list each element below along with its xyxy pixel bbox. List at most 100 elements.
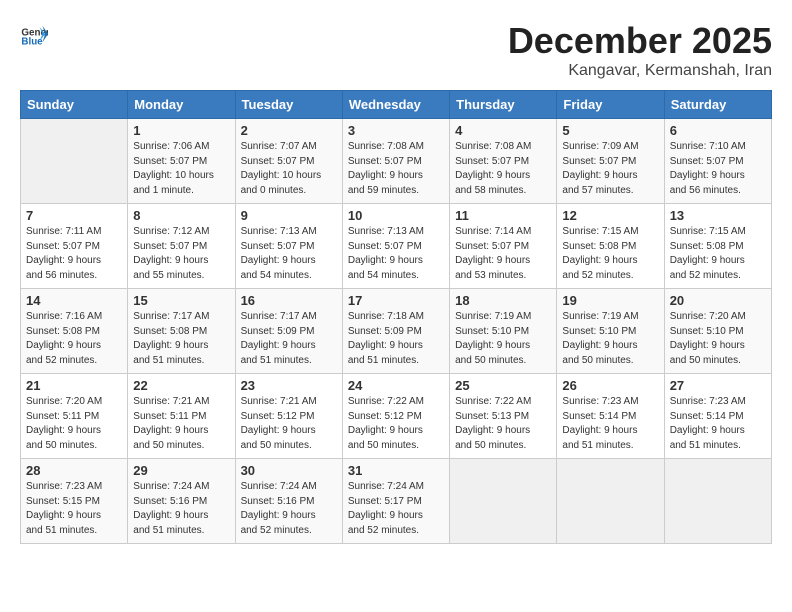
day-number: 9 <box>241 208 337 223</box>
calendar-cell: 4Sunrise: 7:08 AM Sunset: 5:07 PM Daylig… <box>450 119 557 204</box>
cell-info: Sunrise: 7:08 AM Sunset: 5:07 PM Dayligh… <box>348 140 444 198</box>
day-number: 30 <box>241 463 337 478</box>
day-number: 14 <box>26 293 122 308</box>
day-number: 6 <box>670 123 766 138</box>
month-title: December 2025 <box>508 20 772 62</box>
cell-info: Sunrise: 7:24 AM Sunset: 5:16 PM Dayligh… <box>133 480 229 538</box>
calendar-cell: 31Sunrise: 7:24 AM Sunset: 5:17 PM Dayli… <box>342 459 449 544</box>
cell-info: Sunrise: 7:09 AM Sunset: 5:07 PM Dayligh… <box>562 140 658 198</box>
calendar-cell: 7Sunrise: 7:11 AM Sunset: 5:07 PM Daylig… <box>21 204 128 289</box>
calendar-cell: 13 Sunrise: 7:15 AM Sunset: 5:08 PM Dayli… <box>664 204 771 289</box>
calendar-cell: 20 Sunrise: 7:20 AM Sunset: 5:10 PM Dayli… <box>664 289 771 374</box>
calendar-body: 1Sunrise: 7:06 AM Sunset: 5:07 PM Daylig… <box>21 119 772 544</box>
calendar-cell: 12 Sunrise: 7:15 AM Sunset: 5:08 PM Dayli… <box>557 204 664 289</box>
day-number: 24 <box>348 378 444 393</box>
day-number: 10 <box>348 208 444 223</box>
day-number: 7 <box>26 208 122 223</box>
calendar-cell: 10 Sunrise: 7:13 AM Sunset: 5:07 PM Dayli… <box>342 204 449 289</box>
day-number: 28 <box>26 463 122 478</box>
calendar-week-row: 14 Sunrise: 7:16 AM Sunset: 5:08 PM Dayli… <box>21 289 772 374</box>
day-number: 27 <box>670 378 766 393</box>
cell-info: Sunrise: 7:13 AM Sunset: 5:07 PM Dayligh… <box>241 225 337 283</box>
cell-info: Sunrise: 7:19 AM Sunset: 5:10 PM Dayligh… <box>455 310 551 368</box>
day-number: 8 <box>133 208 229 223</box>
title-area: December 2025 Kangavar, Kermanshah, Iran <box>508 20 772 80</box>
day-number: 19 <box>562 293 658 308</box>
cell-info: Sunrise: 7:10 AM Sunset: 5:07 PM Dayligh… <box>670 140 766 198</box>
cell-info: Sunrise: 7:23 AM Sunset: 5:14 PM Dayligh… <box>670 395 766 453</box>
calendar-week-row: 1Sunrise: 7:06 AM Sunset: 5:07 PM Daylig… <box>21 119 772 204</box>
cell-info: Sunrise: 7:20 AM Sunset: 5:10 PM Dayligh… <box>670 310 766 368</box>
weekday-header-cell: Wednesday <box>342 91 449 119</box>
cell-info: Sunrise: 7:24 AM Sunset: 5:17 PM Dayligh… <box>348 480 444 538</box>
weekday-header-cell: Saturday <box>664 91 771 119</box>
weekday-header-cell: Tuesday <box>235 91 342 119</box>
cell-info: Sunrise: 7:23 AM Sunset: 5:15 PM Dayligh… <box>26 480 122 538</box>
day-number: 25 <box>455 378 551 393</box>
calendar-cell: 17 Sunrise: 7:18 AM Sunset: 5:09 PM Dayli… <box>342 289 449 374</box>
calendar-table: SundayMondayTuesdayWednesdayThursdayFrid… <box>20 90 772 544</box>
calendar-cell: 28 Sunrise: 7:23 AM Sunset: 5:15 PM Dayli… <box>21 459 128 544</box>
cell-info: Sunrise: 7:24 AM Sunset: 5:16 PM Dayligh… <box>241 480 337 538</box>
cell-info: Sunrise: 7:18 AM Sunset: 5:09 PM Dayligh… <box>348 310 444 368</box>
calendar-cell <box>664 459 771 544</box>
cell-info: Sunrise: 7:20 AM Sunset: 5:11 PM Dayligh… <box>26 395 122 453</box>
calendar-cell: 26 Sunrise: 7:23 AM Sunset: 5:14 PM Dayli… <box>557 374 664 459</box>
calendar-cell: 24 Sunrise: 7:22 AM Sunset: 5:12 PM Dayli… <box>342 374 449 459</box>
cell-info: Sunrise: 7:23 AM Sunset: 5:14 PM Dayligh… <box>562 395 658 453</box>
calendar-cell: 29 Sunrise: 7:24 AM Sunset: 5:16 PM Dayli… <box>128 459 235 544</box>
day-number: 4 <box>455 123 551 138</box>
calendar-week-row: 7Sunrise: 7:11 AM Sunset: 5:07 PM Daylig… <box>21 204 772 289</box>
calendar-cell: 3 Sunrise: 7:08 AM Sunset: 5:07 PM Daylig… <box>342 119 449 204</box>
calendar-cell: 6 Sunrise: 7:10 AM Sunset: 5:07 PM Daylig… <box>664 119 771 204</box>
cell-info: Sunrise: 7:15 AM Sunset: 5:08 PM Dayligh… <box>562 225 658 283</box>
calendar-cell <box>450 459 557 544</box>
cell-info: Sunrise: 7:17 AM Sunset: 5:09 PM Dayligh… <box>241 310 337 368</box>
cell-info: Sunrise: 7:13 AM Sunset: 5:07 PM Dayligh… <box>348 225 444 283</box>
calendar-cell: 9 Sunrise: 7:13 AM Sunset: 5:07 PM Daylig… <box>235 204 342 289</box>
calendar-cell: 5Sunrise: 7:09 AM Sunset: 5:07 PM Daylig… <box>557 119 664 204</box>
logo: General Blue <box>20 20 48 48</box>
weekday-header-cell: Thursday <box>450 91 557 119</box>
day-number: 2 <box>241 123 337 138</box>
calendar-cell: 25 Sunrise: 7:22 AM Sunset: 5:13 PM Dayli… <box>450 374 557 459</box>
calendar-cell: 21Sunrise: 7:20 AM Sunset: 5:11 PM Dayli… <box>21 374 128 459</box>
cell-info: Sunrise: 7:17 AM Sunset: 5:08 PM Dayligh… <box>133 310 229 368</box>
calendar-cell: 2 Sunrise: 7:07 AM Sunset: 5:07 PM Daylig… <box>235 119 342 204</box>
day-number: 17 <box>348 293 444 308</box>
day-number: 26 <box>562 378 658 393</box>
calendar-cell: 14 Sunrise: 7:16 AM Sunset: 5:08 PM Dayli… <box>21 289 128 374</box>
calendar-cell: 11 Sunrise: 7:14 AM Sunset: 5:07 PM Dayli… <box>450 204 557 289</box>
cell-info: Sunrise: 7:15 AM Sunset: 5:08 PM Dayligh… <box>670 225 766 283</box>
weekday-header-cell: Friday <box>557 91 664 119</box>
cell-info: Sunrise: 7:21 AM Sunset: 5:11 PM Dayligh… <box>133 395 229 453</box>
day-number: 22 <box>133 378 229 393</box>
day-number: 11 <box>455 208 551 223</box>
cell-info: Sunrise: 7:14 AM Sunset: 5:07 PM Dayligh… <box>455 225 551 283</box>
calendar-cell: 22 Sunrise: 7:21 AM Sunset: 5:11 PM Dayli… <box>128 374 235 459</box>
svg-text:Blue: Blue <box>21 37 43 48</box>
calendar-cell: 15 Sunrise: 7:17 AM Sunset: 5:08 PM Dayli… <box>128 289 235 374</box>
day-number: 15 <box>133 293 229 308</box>
day-number: 16 <box>241 293 337 308</box>
cell-info: Sunrise: 7:19 AM Sunset: 5:10 PM Dayligh… <box>562 310 658 368</box>
weekday-header-cell: Sunday <box>21 91 128 119</box>
calendar-week-row: 28 Sunrise: 7:23 AM Sunset: 5:15 PM Dayli… <box>21 459 772 544</box>
cell-info: Sunrise: 7:22 AM Sunset: 5:13 PM Dayligh… <box>455 395 551 453</box>
day-number: 20 <box>670 293 766 308</box>
cell-info: Sunrise: 7:22 AM Sunset: 5:12 PM Dayligh… <box>348 395 444 453</box>
calendar-cell: 18 Sunrise: 7:19 AM Sunset: 5:10 PM Dayli… <box>450 289 557 374</box>
cell-info: Sunrise: 7:07 AM Sunset: 5:07 PM Dayligh… <box>241 140 337 198</box>
day-number: 3 <box>348 123 444 138</box>
day-number: 13 <box>670 208 766 223</box>
cell-info: Sunrise: 7:06 AM Sunset: 5:07 PM Dayligh… <box>133 140 229 198</box>
cell-info: Sunrise: 7:16 AM Sunset: 5:08 PM Dayligh… <box>26 310 122 368</box>
day-number: 18 <box>455 293 551 308</box>
weekday-header-cell: Monday <box>128 91 235 119</box>
location-title: Kangavar, Kermanshah, Iran <box>508 62 772 80</box>
header: General Blue December 2025 Kangavar, Ker… <box>20 20 772 80</box>
calendar-cell: 27 Sunrise: 7:23 AM Sunset: 5:14 PM Dayli… <box>664 374 771 459</box>
day-number: 12 <box>562 208 658 223</box>
day-number: 23 <box>241 378 337 393</box>
day-number: 29 <box>133 463 229 478</box>
